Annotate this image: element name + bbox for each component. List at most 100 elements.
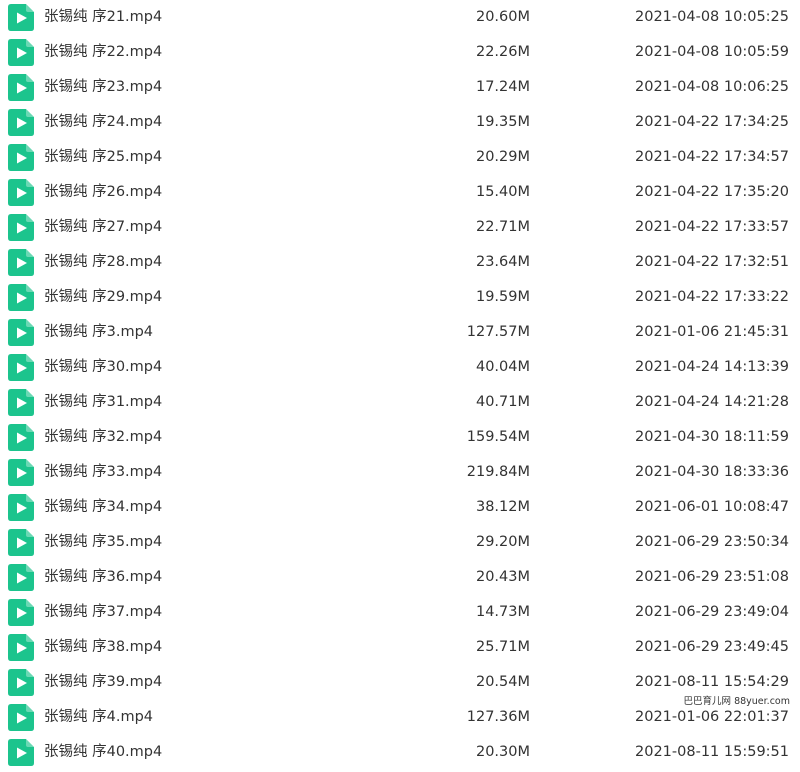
- file-row[interactable]: 张锡纯 序21.mp4 20.60M 2021-04-08 10:05:25: [0, 0, 800, 35]
- watermark-text: 巴巴育儿网 88yuer.com: [683, 696, 790, 707]
- file-name[interactable]: 张锡纯 序31.mp4: [44, 385, 162, 420]
- file-size: 15.40M: [475, 184, 530, 200]
- file-size: 20.60M: [475, 9, 530, 25]
- file-row[interactable]: 张锡纯 序40.mp4 20.30M 2021-08-11 15:59:51: [0, 735, 800, 770]
- file-name[interactable]: 张锡纯 序34.mp4: [44, 490, 162, 525]
- video-file-icon: [8, 179, 34, 206]
- file-row[interactable]: 张锡纯 序34.mp4 38.12M 2021-06-01 10:08:47: [0, 490, 800, 525]
- video-file-icon: [8, 529, 34, 556]
- video-file-icon: [8, 109, 34, 136]
- file-row[interactable]: 张锡纯 序27.mp4 22.71M 2021-04-22 17:33:57: [0, 210, 800, 245]
- file-size: 127.36M: [466, 709, 530, 725]
- file-modified-date: 2021-04-22 17:35:20: [635, 184, 789, 200]
- file-name[interactable]: 张锡纯 序26.mp4: [44, 175, 162, 210]
- video-file-icon: [8, 704, 34, 731]
- video-file-icon: [8, 249, 34, 276]
- file-modified-date: 2021-04-22 17:34:25: [635, 114, 789, 130]
- file-size: 40.71M: [475, 394, 530, 410]
- file-modified-date: 2021-04-30 18:11:59: [635, 429, 789, 445]
- video-file-icon: [8, 284, 34, 311]
- file-row[interactable]: 张锡纯 序3.mp4 127.57M 2021-01-06 21:45:31: [0, 315, 800, 350]
- file-row[interactable]: 张锡纯 序4.mp4 127.36M 2021-01-06 22:01:37: [0, 700, 800, 735]
- file-name[interactable]: 张锡纯 序35.mp4: [44, 525, 162, 560]
- file-row[interactable]: 张锡纯 序35.mp4 29.20M 2021-06-29 23:50:34: [0, 525, 800, 560]
- file-modified-date: 2021-06-01 10:08:47: [635, 499, 789, 515]
- file-size: 40.04M: [475, 359, 530, 375]
- file-name[interactable]: 张锡纯 序38.mp4: [44, 630, 162, 665]
- file-name[interactable]: 张锡纯 序27.mp4: [44, 210, 162, 245]
- file-size: 22.71M: [475, 219, 530, 235]
- file-name[interactable]: 张锡纯 序4.mp4: [44, 700, 153, 735]
- file-modified-date: 2021-06-29 23:50:34: [635, 534, 789, 550]
- file-row[interactable]: 张锡纯 序37.mp4 14.73M 2021-06-29 23:49:04: [0, 595, 800, 630]
- file-modified-date: 2021-04-08 10:05:59: [635, 44, 789, 60]
- file-name[interactable]: 张锡纯 序30.mp4: [44, 350, 162, 385]
- file-name[interactable]: 张锡纯 序21.mp4: [44, 0, 162, 35]
- file-modified-date: 2021-04-22 17:34:57: [635, 149, 789, 165]
- file-row[interactable]: 张锡纯 序26.mp4 15.40M 2021-04-22 17:35:20: [0, 175, 800, 210]
- file-row[interactable]: 张锡纯 序24.mp4 19.35M 2021-04-22 17:34:25: [0, 105, 800, 140]
- video-file-icon: [8, 739, 34, 766]
- file-size: 20.54M: [475, 674, 530, 690]
- file-size: 17.24M: [475, 79, 530, 95]
- video-file-icon: [8, 144, 34, 171]
- video-file-icon: [8, 389, 34, 416]
- file-modified-date: 2021-06-29 23:49:04: [635, 604, 789, 620]
- video-file-icon: [8, 599, 34, 626]
- file-size: 127.57M: [466, 324, 530, 340]
- video-file-icon: [8, 564, 34, 591]
- file-name[interactable]: 张锡纯 序22.mp4: [44, 35, 162, 70]
- file-size: 159.54M: [466, 429, 530, 445]
- file-row[interactable]: 张锡纯 序33.mp4 219.84M 2021-04-30 18:33:36: [0, 455, 800, 490]
- file-modified-date: 2021-06-29 23:49:45: [635, 639, 789, 655]
- file-row[interactable]: 张锡纯 序36.mp4 20.43M 2021-06-29 23:51:08: [0, 560, 800, 595]
- file-size: 29.20M: [475, 534, 530, 550]
- file-size: 20.29M: [475, 149, 530, 165]
- file-name[interactable]: 张锡纯 序37.mp4: [44, 595, 162, 630]
- video-file-icon: [8, 354, 34, 381]
- file-name[interactable]: 张锡纯 序24.mp4: [44, 105, 162, 140]
- file-name[interactable]: 张锡纯 序33.mp4: [44, 455, 162, 490]
- file-size: 22.26M: [475, 44, 530, 60]
- file-row[interactable]: 张锡纯 序30.mp4 40.04M 2021-04-24 14:13:39: [0, 350, 800, 385]
- file-name[interactable]: 张锡纯 序32.mp4: [44, 420, 162, 455]
- file-size: 19.35M: [475, 114, 530, 130]
- file-size: 25.71M: [475, 639, 530, 655]
- file-modified-date: 2021-04-30 18:33:36: [635, 464, 789, 480]
- file-name[interactable]: 张锡纯 序23.mp4: [44, 70, 162, 105]
- file-row[interactable]: 张锡纯 序38.mp4 25.71M 2021-06-29 23:49:45: [0, 630, 800, 665]
- file-modified-date: 2021-08-11 15:59:51: [635, 744, 789, 760]
- file-modified-date: 2021-04-24 14:21:28: [635, 394, 789, 410]
- file-name[interactable]: 张锡纯 序36.mp4: [44, 560, 162, 595]
- file-row[interactable]: 张锡纯 序32.mp4 159.54M 2021-04-30 18:11:59: [0, 420, 800, 455]
- file-modified-date: 2021-04-22 17:33:57: [635, 219, 789, 235]
- file-modified-date: 2021-06-29 23:51:08: [635, 569, 789, 585]
- file-row[interactable]: 张锡纯 序22.mp4 22.26M 2021-04-08 10:05:59: [0, 35, 800, 70]
- file-name[interactable]: 张锡纯 序39.mp4: [44, 665, 162, 700]
- file-name[interactable]: 张锡纯 序29.mp4: [44, 280, 162, 315]
- file-size: 23.64M: [475, 254, 530, 270]
- file-name[interactable]: 张锡纯 序25.mp4: [44, 140, 162, 175]
- video-file-icon: [8, 494, 34, 521]
- file-name[interactable]: 张锡纯 序40.mp4: [44, 735, 162, 770]
- file-size: 14.73M: [475, 604, 530, 620]
- file-name[interactable]: 张锡纯 序3.mp4: [44, 315, 153, 350]
- file-modified-date: 2021-04-22 17:32:51: [635, 254, 789, 270]
- file-row[interactable]: 张锡纯 序23.mp4 17.24M 2021-04-08 10:06:25: [0, 70, 800, 105]
- file-modified-date: 2021-04-08 10:05:25: [635, 9, 789, 25]
- file-row[interactable]: 张锡纯 序39.mp4 20.54M 2021-08-11 15:54:29: [0, 665, 800, 700]
- file-name[interactable]: 张锡纯 序28.mp4: [44, 245, 162, 280]
- video-file-icon: [8, 634, 34, 661]
- video-file-icon: [8, 4, 34, 31]
- video-file-icon: [8, 319, 34, 346]
- file-modified-date: 2021-04-24 14:13:39: [635, 359, 789, 375]
- file-row[interactable]: 张锡纯 序31.mp4 40.71M 2021-04-24 14:21:28: [0, 385, 800, 420]
- video-file-icon: [8, 424, 34, 451]
- video-file-icon: [8, 74, 34, 101]
- file-row[interactable]: 张锡纯 序25.mp4 20.29M 2021-04-22 17:34:57: [0, 140, 800, 175]
- file-row[interactable]: 张锡纯 序29.mp4 19.59M 2021-04-22 17:33:22: [0, 280, 800, 315]
- file-size: 38.12M: [475, 499, 530, 515]
- file-size: 20.43M: [475, 569, 530, 585]
- video-file-icon: [8, 459, 34, 486]
- file-row[interactable]: 张锡纯 序28.mp4 23.64M 2021-04-22 17:32:51: [0, 245, 800, 280]
